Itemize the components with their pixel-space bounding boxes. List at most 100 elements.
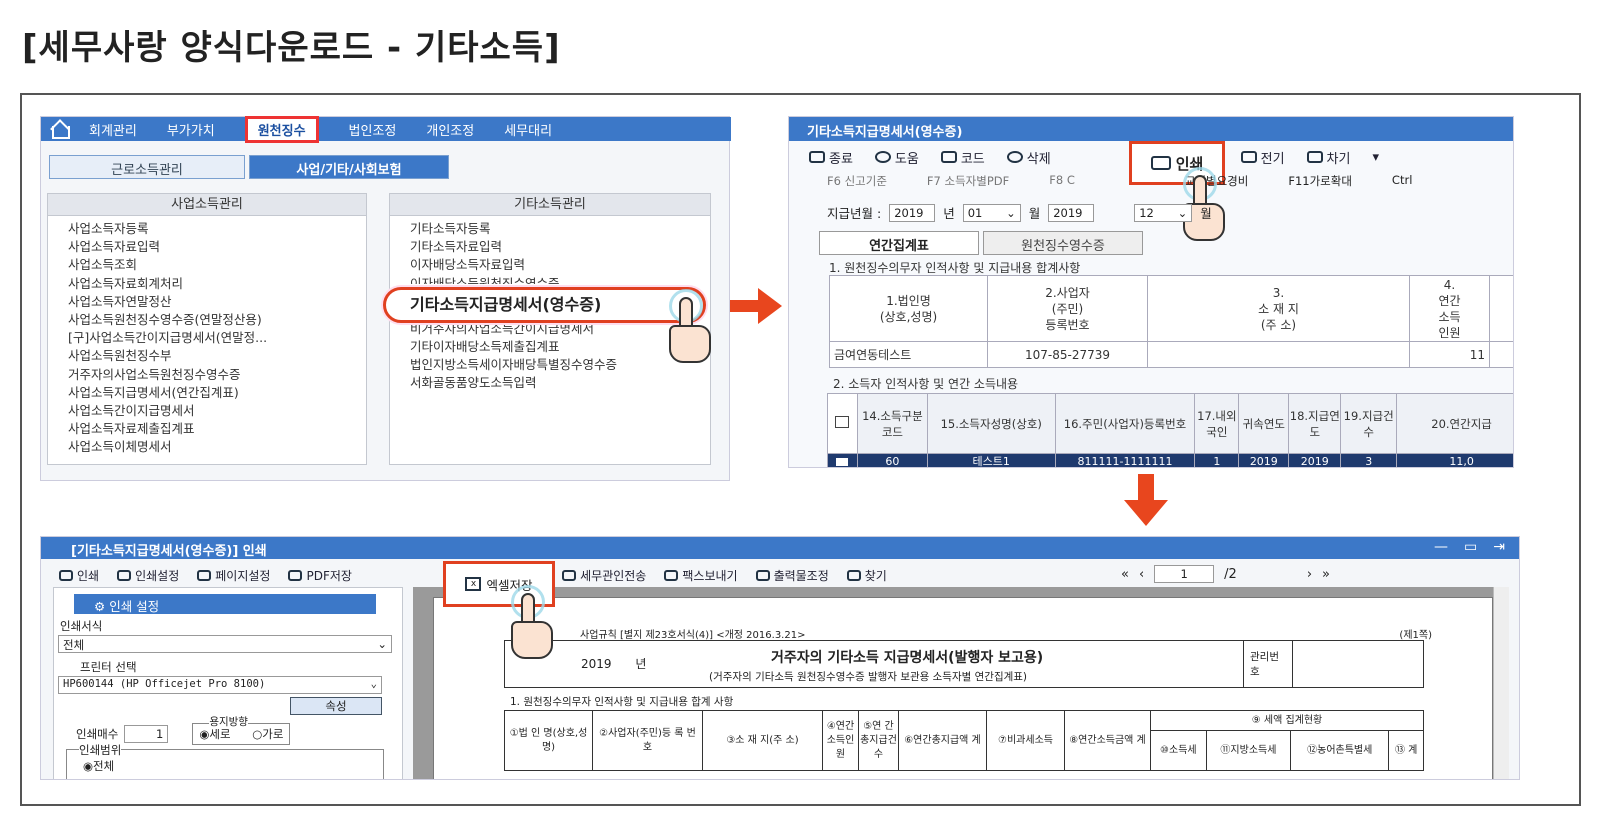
list-item[interactable]: 이자배당소득원천징수영수증	[390, 275, 710, 284]
close-label: 종료	[829, 151, 853, 167]
table-cell[interactable]: 11,0	[1396, 453, 1513, 467]
month-from-select[interactable]: 01 ⌄	[962, 203, 1021, 222]
column-header[interactable]: 16.주민(사업자)등록번호	[1054, 393, 1196, 454]
printer-button[interactable]: 인쇄	[59, 567, 99, 584]
column-header[interactable]: 귀속연도	[1238, 393, 1290, 454]
minimize-icon[interactable]: —	[1434, 539, 1448, 555]
list-item[interactable]: 법인지방소득세이자배당특별징수영수증	[390, 356, 710, 374]
printer-settings-button[interactable]: 인쇄설정	[117, 567, 179, 584]
column-header[interactable]: 17.내외국인	[1194, 393, 1240, 454]
more-dropdown-icon[interactable]: ▾	[1372, 150, 1379, 165]
table-cell[interactable]: 811111-1111111	[1054, 453, 1196, 467]
form-select[interactable]: 전체 ⌄	[58, 635, 392, 653]
corp-name-cell[interactable]: 금여연동테스트	[829, 341, 988, 368]
menu-tax-agent[interactable]: 세무대리	[504, 120, 552, 139]
next-page-icon[interactable]: ›	[1307, 567, 1312, 582]
printer-select[interactable]: HP600144 (HP Officejet Pro 8100) ⌄	[58, 676, 382, 694]
home-icon[interactable]	[47, 119, 73, 139]
menu-accounting[interactable]: 회계관리	[89, 120, 137, 139]
address-cell[interactable]	[1147, 341, 1410, 368]
landscape-radio[interactable]: ○가로	[252, 727, 283, 741]
list-item[interactable]: 거주자의사업소득원천징수영수증	[48, 366, 366, 384]
find-button[interactable]: 찾기	[846, 567, 887, 584]
tab-business-other[interactable]: 사업/기타/사회보험	[249, 155, 449, 179]
tab-withholding-receipt[interactable]: 원천징수영수증	[983, 231, 1143, 255]
next-button[interactable]: 차기	[1306, 148, 1350, 167]
list-item[interactable]: 사업소득자료회계처리	[48, 275, 366, 293]
fkey-ctrl[interactable]: Ctrl	[1392, 173, 1412, 189]
table-cell[interactable]: 2019	[1238, 453, 1290, 467]
first-page-icon[interactable]: «	[1121, 567, 1129, 582]
list-item[interactable]: 기타이자배당소득제출집계표	[390, 338, 710, 356]
menu-personal[interactable]: 개인조정	[426, 120, 474, 139]
help-label: 도움	[894, 151, 919, 167]
fax-button[interactable]: 팩스보내기	[664, 567, 738, 584]
menu-corporate[interactable]: 법인조정	[349, 120, 397, 139]
table-cell[interactable]: 3	[1340, 453, 1398, 467]
table-cell[interactable]: 테스트1	[926, 453, 1056, 467]
column-header[interactable]: 15.소득자성명(상호)	[926, 393, 1056, 454]
list-item[interactable]: 사업소득자연말정산	[48, 293, 366, 311]
tab-earned-income[interactable]: 근로소득관리	[49, 155, 245, 179]
list-item[interactable]: 사업소득자료입력	[48, 238, 366, 256]
list-item[interactable]: 기타소득자등록	[390, 220, 710, 238]
last-page-icon[interactable]: »	[1322, 567, 1330, 582]
menu-withholding[interactable]: 원천징수	[244, 115, 319, 143]
list-item[interactable]: 사업소득원천징수부	[48, 347, 366, 365]
list-item[interactable]: 사업소득자료제출집계표	[48, 420, 366, 438]
delete-button[interactable]: 삭제	[1006, 148, 1051, 167]
table-cell[interactable]: 1	[1194, 453, 1240, 467]
biz-no-cell[interactable]: 107-85-27739	[987, 341, 1148, 368]
adjust-button[interactable]: 출력물조정	[755, 567, 829, 584]
prev-page-icon[interactable]: ‹	[1139, 567, 1144, 582]
column-header[interactable]: 19.지급건수	[1340, 393, 1398, 454]
page-number-input[interactable]: 1	[1154, 565, 1215, 583]
code-button[interactable]: 코드	[940, 148, 985, 167]
pdf-button[interactable]: PDF저장	[288, 567, 352, 584]
other-income-statement-menu-item[interactable]: 기타소득지급명세서(영수증)	[383, 287, 706, 323]
form-tax-column: ⑪지방소득세	[1205, 730, 1292, 771]
properties-button[interactable]: 속성	[290, 697, 382, 715]
list-item[interactable]: 사업소득조회	[48, 256, 366, 274]
row-checkbox[interactable]	[827, 453, 858, 467]
table-cell[interactable]: 60	[856, 453, 928, 467]
column-header[interactable]: 14.소득구분코드	[856, 393, 928, 454]
year-to-input[interactable]: 2019	[1048, 203, 1095, 222]
list-item[interactable]: 사업소득원천징수영수증(연말정산용)	[48, 311, 366, 329]
fkey-f11[interactable]: F11가로확대	[1288, 173, 1352, 189]
prev-button[interactable]: 전기	[1240, 148, 1285, 167]
portrait-label: 세로	[209, 727, 231, 741]
list-item[interactable]: 사업소득간이지급명세서	[48, 402, 366, 420]
statement-tabs: 연간집계표 원천징수영수증	[819, 231, 1147, 255]
close-button[interactable]: 종료	[809, 148, 853, 167]
list-item[interactable]: 사업소득지급명세서(연간집계표)	[48, 384, 366, 402]
list-item[interactable]: 서화골동품양도소득입력	[390, 374, 710, 392]
fkey-f7[interactable]: F7 소득자별PDF	[927, 173, 1009, 189]
select-all-checkbox[interactable]	[827, 393, 858, 454]
list-item[interactable]: [구]사업소득간이지급명세서(연말정...	[48, 329, 366, 347]
tab-annual-summary[interactable]: 연간집계표	[819, 231, 979, 255]
month-to-select[interactable]: 12 ⌄	[1134, 203, 1193, 222]
maximize-icon[interactable]: ▭	[1464, 539, 1477, 555]
seal-button[interactable]: 세무관인전송	[562, 567, 646, 584]
list-item[interactable]: 사업소득자등록	[48, 220, 366, 238]
preview-scrollbar[interactable]	[1493, 587, 1509, 779]
column-header[interactable]: 20.연간지급	[1396, 393, 1513, 454]
table-cell[interactable]: 2019	[1288, 453, 1342, 467]
delete-label: 삭제	[1026, 151, 1051, 167]
menu-vat[interactable]: 부가가치	[167, 120, 215, 139]
year-from-input[interactable]: 2019	[889, 203, 936, 222]
fkey-f8[interactable]: F8 C	[1049, 173, 1075, 189]
copies-stepper[interactable]: 1	[124, 725, 169, 743]
range-all-radio[interactable]: ◉전체	[83, 758, 114, 774]
help-button[interactable]: 도움	[874, 148, 919, 167]
exit-icon[interactable]: ⇥	[1493, 539, 1505, 555]
list-item[interactable]: 기타소득자료입력	[390, 238, 710, 256]
list-item[interactable]: 사업소득이체명세서	[48, 438, 366, 456]
count-cell[interactable]: 11	[1409, 341, 1490, 368]
portrait-radio[interactable]: ◉세로	[199, 727, 230, 741]
page-setup-button[interactable]: 페이지설정	[197, 567, 270, 584]
fkey-f6[interactable]: F6 신고기준	[827, 173, 887, 189]
column-header[interactable]: 18.지급연도	[1288, 393, 1342, 454]
list-item[interactable]: 이자배당소득자료입력	[390, 256, 710, 274]
